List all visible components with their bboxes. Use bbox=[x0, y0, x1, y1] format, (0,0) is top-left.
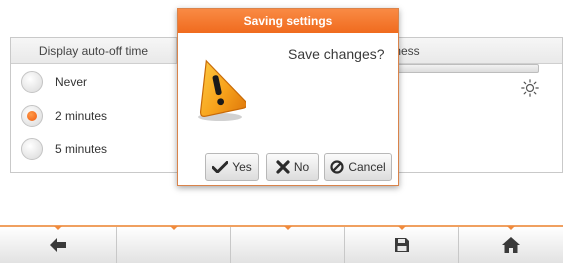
radio-5-minutes[interactable] bbox=[21, 138, 43, 160]
sun-icon bbox=[521, 79, 539, 97]
radio-2-minutes[interactable] bbox=[21, 105, 43, 127]
cancel-label: Cancel bbox=[348, 160, 386, 174]
home-icon bbox=[502, 237, 520, 253]
toolbar-button-3[interactable] bbox=[231, 226, 345, 263]
no-label: No bbox=[293, 160, 310, 174]
dialog-title: Saving settings bbox=[178, 9, 398, 33]
yes-button[interactable]: Yes bbox=[205, 153, 259, 181]
option-label: Never bbox=[55, 75, 88, 89]
save-dialog: Saving settings Save changes? Yes No Can… bbox=[177, 8, 399, 186]
back-arrow-icon bbox=[50, 238, 66, 252]
option-label: 5 minutes bbox=[55, 142, 108, 156]
toolbar-button-2[interactable] bbox=[117, 226, 231, 263]
warning-icon bbox=[198, 59, 246, 121]
option-never[interactable]: Never bbox=[21, 71, 171, 95]
save-button[interactable] bbox=[345, 226, 459, 263]
option-2-minutes[interactable]: 2 minutes bbox=[21, 105, 171, 129]
save-icon bbox=[394, 238, 409, 252]
dialog-message: Save changes? bbox=[288, 46, 385, 62]
home-button[interactable] bbox=[459, 226, 563, 263]
option-5-minutes[interactable]: 5 minutes bbox=[21, 138, 171, 162]
x-icon bbox=[276, 160, 290, 174]
no-button[interactable]: No bbox=[266, 153, 319, 181]
radio-never[interactable] bbox=[21, 71, 43, 93]
cancel-icon bbox=[330, 160, 344, 174]
cancel-button[interactable]: Cancel bbox=[324, 153, 392, 181]
bottom-toolbar bbox=[0, 225, 563, 263]
yes-label: Yes bbox=[232, 160, 252, 174]
back-button[interactable] bbox=[0, 226, 117, 263]
brightness-slider[interactable] bbox=[392, 64, 539, 73]
option-label: 2 minutes bbox=[55, 109, 108, 123]
display-autooff-header: Display auto-off time bbox=[11, 38, 177, 64]
checkmark-icon bbox=[212, 161, 229, 173]
